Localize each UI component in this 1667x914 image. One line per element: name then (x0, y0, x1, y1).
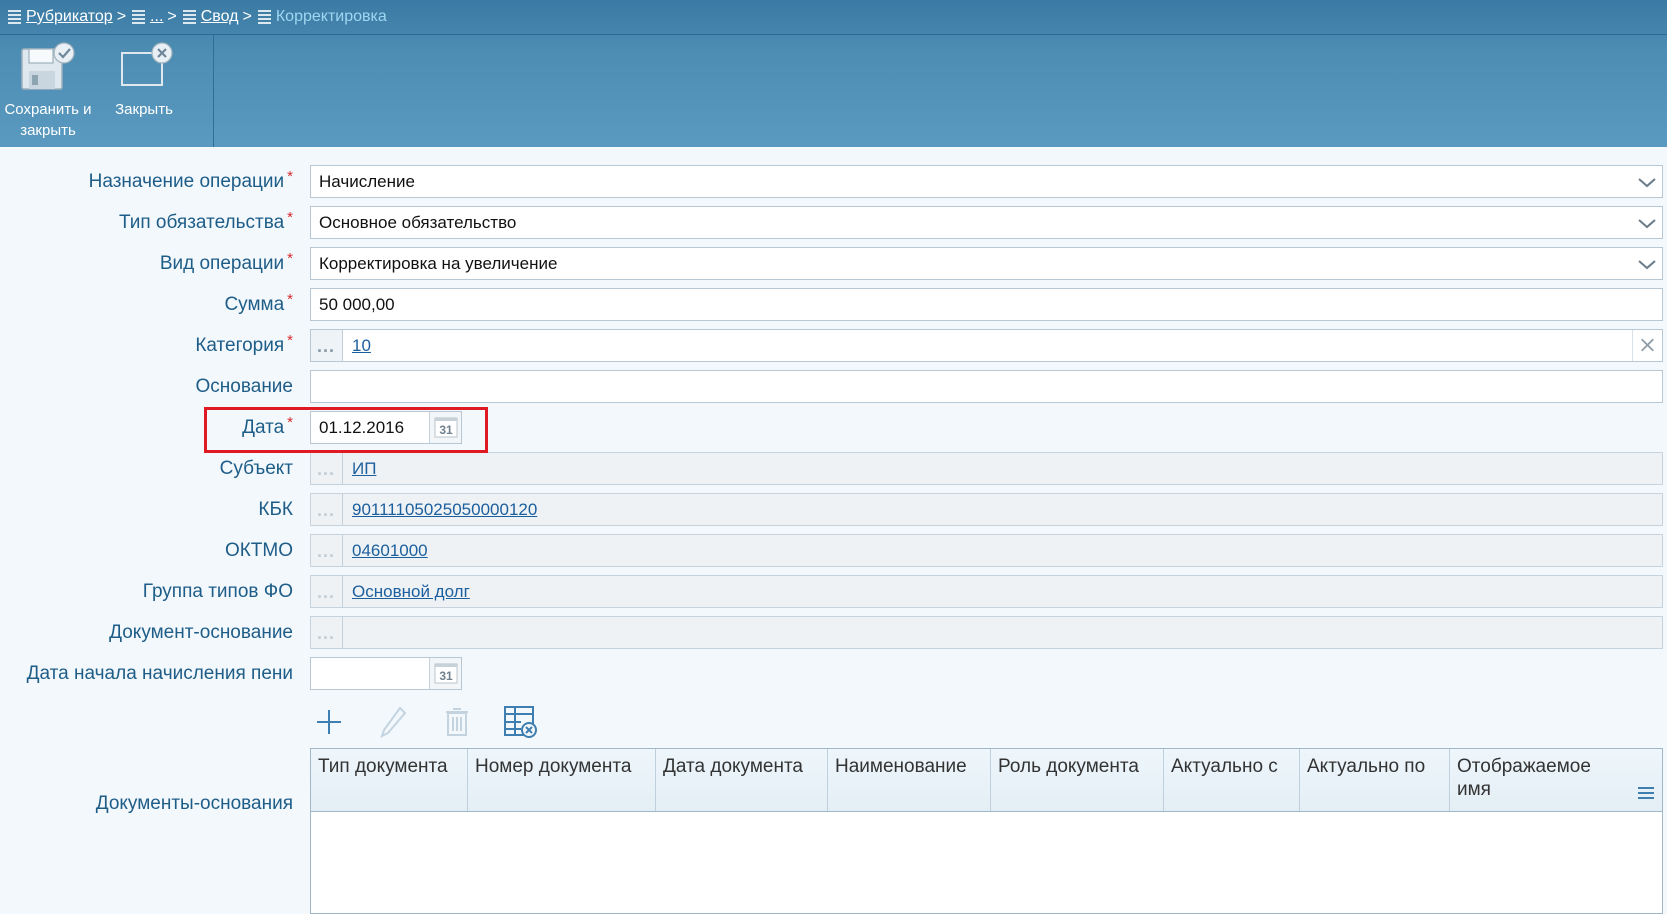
close-window-icon (121, 42, 173, 86)
basis-document-row: Документ-основание (0, 616, 1667, 649)
svg-text:31: 31 (439, 669, 453, 683)
category-row: Категория* 10 (0, 329, 1667, 362)
basis-label: Основание (195, 376, 293, 397)
column-header[interactable]: Актуально по (1300, 749, 1450, 811)
close-button[interactable]: Закрыть (96, 35, 192, 147)
table-settings-icon[interactable] (502, 703, 540, 741)
amount-label: Сумма * (224, 291, 293, 315)
menu-icon[interactable] (1638, 787, 1654, 801)
oktmo-row: ОКТМО 04601000 (0, 534, 1667, 567)
date-highlight-frame (204, 407, 488, 453)
kbk-lookup[interactable]: 90111105025050000120 (310, 493, 1663, 526)
save-and-close-button[interactable]: Сохранить и закрыть (0, 35, 96, 147)
edit-icon (374, 703, 412, 741)
fo-group-row: Группа типов ФО Основной долг (0, 575, 1667, 608)
liability-type-select[interactable]: Основное обязательство (310, 206, 1663, 239)
oktmo-select-button (311, 535, 343, 567)
fo-group-select-button (311, 576, 343, 608)
penalty-start-date-label: Дата начала начисления пени (26, 663, 293, 684)
delete-icon (438, 703, 476, 741)
kbk-value[interactable]: 90111105025050000120 (352, 494, 537, 525)
subject-row: Субъект ИП (0, 452, 1667, 485)
category-label: Категория * (195, 332, 293, 356)
basis-document-lookup (310, 616, 1663, 649)
amount-row: Сумма * 50 000,00 (0, 288, 1667, 321)
breadcrumb-item-svod[interactable]: Свод (201, 8, 239, 26)
liability-type-value: Основное обязательство (319, 213, 517, 232)
basis-documents-grid: Тип документа Номер документа Дата докум… (310, 748, 1663, 914)
column-header[interactable]: Дата документа (656, 749, 828, 811)
breadcrumb-separator: > (116, 8, 127, 25)
chevron-down-icon[interactable] (1636, 256, 1658, 272)
penalty-start-date-input[interactable]: 31 (310, 657, 462, 690)
basis-document-select-button (311, 617, 343, 649)
liability-type-label: Тип обязательства * (118, 209, 293, 233)
oktmo-label: ОКТМО (224, 540, 293, 561)
chevron-down-icon[interactable] (1636, 174, 1658, 190)
grid-toolbar (310, 700, 540, 744)
kbk-select-button (311, 494, 343, 526)
subject-lookup[interactable]: ИП (310, 452, 1663, 485)
basis-row: Основание (0, 370, 1667, 403)
category-select-button[interactable] (311, 330, 343, 362)
penalty-start-date-row: Дата начала начисления пени 31 (0, 657, 1667, 690)
column-header[interactable]: Наименование (828, 749, 991, 811)
column-header[interactable]: Актуально с (1164, 749, 1300, 811)
list-icon (132, 10, 146, 24)
chevron-down-icon[interactable] (1636, 215, 1658, 231)
list-icon (8, 10, 21, 24)
breadcrumb-separator: > (167, 8, 177, 25)
column-header[interactable]: Роль документа (991, 749, 1164, 811)
category-lookup[interactable]: 10 (310, 329, 1663, 362)
subject-value[interactable]: ИП (352, 453, 376, 484)
calendar-icon[interactable]: 31 (429, 658, 461, 689)
breadcrumb-separator: > (242, 8, 252, 25)
column-header[interactable]: Тип документа (311, 749, 468, 811)
purpose-label: Назначение операции * (88, 168, 293, 192)
kbk-row: КБК 90111105025050000120 (0, 493, 1667, 526)
purpose-row: Назначение операции * Начисление (0, 165, 1667, 198)
close-label: Закрыть (115, 101, 173, 118)
column-header[interactable]: Отображаемое имя (1450, 749, 1662, 811)
breadcrumb-current: Корректировка (275, 8, 387, 25)
clear-icon[interactable] (1632, 330, 1662, 361)
list-icon (182, 10, 196, 24)
breadcrumb: Рубрикатор > ... > Свод > Корректировка (0, 0, 1667, 35)
subject-label: Субъект (219, 458, 293, 479)
oktmo-lookup[interactable]: 04601000 (310, 534, 1663, 567)
column-header-label: Отображаемое имя (1457, 756, 1591, 800)
fo-group-value[interactable]: Основной долг (352, 576, 470, 607)
liability-type-row: Тип обязательства * Основное обязательств… (0, 206, 1667, 239)
fo-group-label: Группа типов ФО (142, 581, 293, 602)
breadcrumb-item-ellipsis[interactable]: ... (150, 8, 163, 26)
basis-documents-label: Документы-основания (95, 793, 293, 814)
category-value[interactable]: 10 (352, 330, 371, 361)
kbk-label: КБК (258, 499, 293, 520)
basis-input[interactable] (310, 370, 1663, 403)
operation-type-row: Вид операции * Корректировка на увеличени… (0, 247, 1667, 280)
save-icon (21, 42, 75, 90)
operation-type-select[interactable]: Корректировка на увеличение (310, 247, 1663, 280)
column-header[interactable]: Номер документа (468, 749, 656, 811)
amount-input[interactable]: 50 000,00 (310, 288, 1663, 321)
list-icon (257, 10, 271, 24)
breadcrumb-item-rubricator[interactable]: Рубрикатор (26, 8, 113, 26)
fo-group-lookup[interactable]: Основной долг (310, 575, 1663, 608)
purpose-value: Начисление (319, 172, 415, 191)
toolbar: Сохранить и закрыть Закрыть (0, 35, 214, 147)
save-and-close-label: Сохранить и закрыть (4, 101, 92, 139)
grid-body (311, 812, 1662, 912)
basis-document-label: Документ-основание (109, 622, 293, 643)
purpose-select[interactable]: Начисление (310, 165, 1663, 198)
oktmo-value[interactable]: 04601000 (352, 535, 428, 566)
add-icon[interactable] (310, 703, 348, 741)
subject-select-button (311, 453, 343, 485)
operation-type-value: Корректировка на увеличение (319, 254, 558, 273)
operation-type-label: Вид операции * (159, 250, 293, 274)
grid-header: Тип документа Номер документа Дата докум… (311, 749, 1662, 812)
app-header: Рубрикатор > ... > Свод > Корректировка … (0, 0, 1667, 147)
